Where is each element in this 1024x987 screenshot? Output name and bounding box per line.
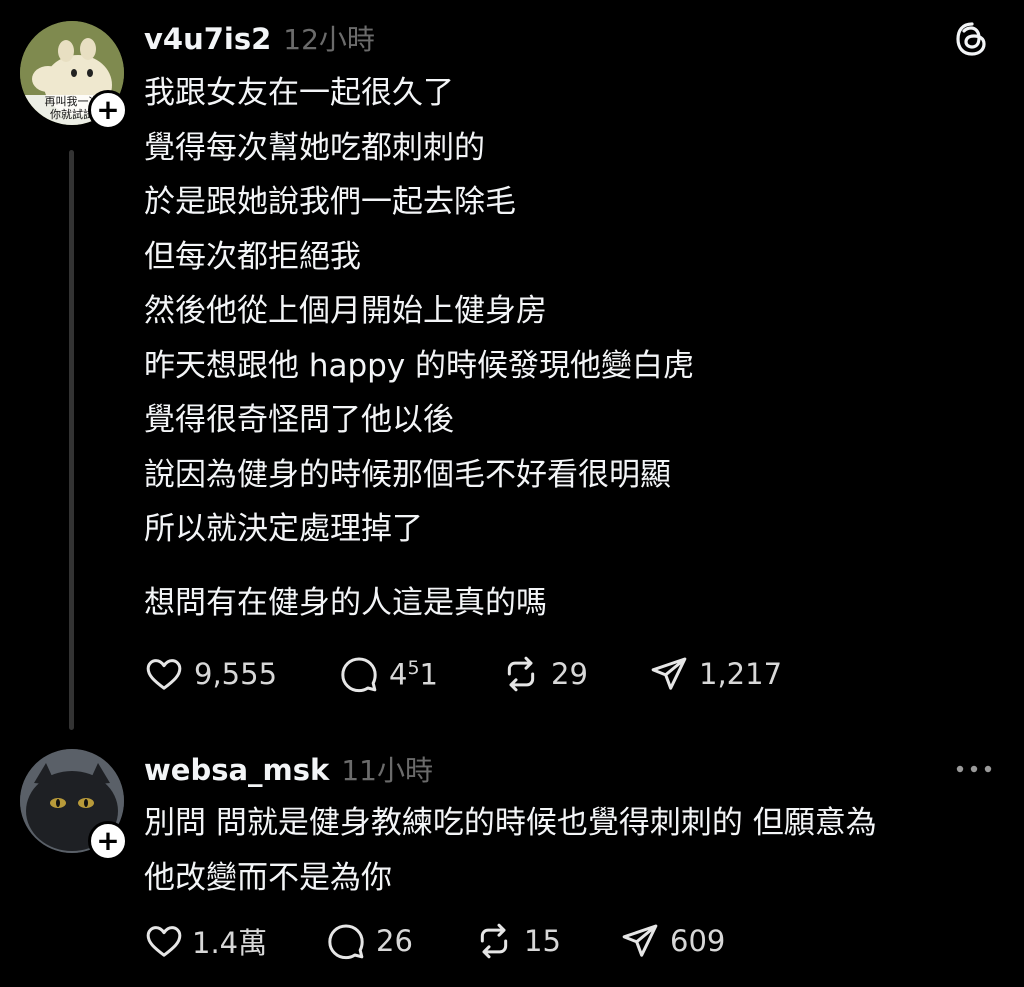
post-line: 但每次都拒絕我 bbox=[144, 238, 361, 275]
threads-logo-icon[interactable] bbox=[953, 20, 991, 62]
follow-plus-icon[interactable]: + bbox=[88, 821, 128, 861]
share-count: 609 bbox=[670, 924, 726, 958]
comment-count-main: 4 bbox=[389, 657, 408, 692]
heart-icon bbox=[146, 659, 182, 690]
reply-actions: 1.4萬 26 15 609 bbox=[144, 920, 725, 962]
repost-icon bbox=[507, 656, 535, 692]
more-options-icon[interactable] bbox=[954, 760, 994, 779]
like-count: 1.4萬 bbox=[192, 926, 268, 960]
comment-count: 26 bbox=[376, 924, 413, 958]
comment-icon bbox=[328, 924, 364, 960]
share-icon bbox=[622, 924, 658, 957]
post-line: 覺得很奇怪問了他以後 bbox=[144, 402, 454, 438]
post-line: 於是跟她說我們一起去除毛 bbox=[144, 184, 516, 220]
like-button[interactable]: 9,555 bbox=[144, 654, 339, 694]
repost-icon bbox=[480, 923, 508, 959]
repost-count: 29 bbox=[551, 657, 588, 691]
comment-button[interactable]: 451 bbox=[339, 654, 501, 694]
comment-count-tail: 1 bbox=[419, 657, 438, 692]
reply-line: 他改變而不是為你 bbox=[144, 859, 392, 896]
share-icon bbox=[651, 657, 687, 690]
share-button[interactable]: 1,217 bbox=[649, 654, 782, 694]
reply-timestamp[interactable]: 11小時 bbox=[341, 749, 433, 789]
reply-username[interactable]: websa_msk bbox=[144, 753, 329, 787]
post-line: 所以就決定處理掉了 bbox=[144, 511, 423, 547]
post-actions: 9,555 451 29 1,217 bbox=[144, 654, 782, 694]
comment-count-superscript: 5 bbox=[407, 656, 420, 679]
comment-icon bbox=[341, 657, 377, 693]
repost-button[interactable]: 15 bbox=[474, 921, 620, 961]
follow-plus-icon[interactable]: + bbox=[88, 90, 128, 130]
like-count: 9,555 bbox=[194, 657, 278, 691]
reply-line: 別問 問就是健身教練吃的時候也覺得刺刺的 但願意為 bbox=[144, 805, 877, 841]
post-line: 昨天想跟他 happy 的時候發現他變白虎 bbox=[144, 347, 695, 384]
repost-count: 15 bbox=[524, 924, 561, 958]
post-question: 想問有在健身的人這是真的嗎 bbox=[144, 585, 547, 621]
post-username[interactable]: v4u7is2 bbox=[144, 22, 271, 56]
post-header: v4u7is2 12小時 bbox=[144, 18, 375, 58]
share-count: 1,217 bbox=[699, 657, 783, 691]
post-line: 說因為健身的時候那個毛不好看很明顯 bbox=[144, 456, 671, 493]
post-body: 我跟女友在一起很久了 覺得每次幫她吃都刺刺的 於是跟她說我們一起去除毛 但每次都… bbox=[144, 66, 984, 557]
comment-button[interactable]: 26 bbox=[326, 921, 474, 961]
like-button[interactable]: 1.4萬 bbox=[144, 920, 326, 962]
heart-icon bbox=[146, 926, 182, 957]
reply-body: 別問 問就是健身教練吃的時候也覺得刺刺的 但願意為 他改變而不是為你 bbox=[144, 796, 1004, 905]
repost-button[interactable]: 29 bbox=[501, 654, 649, 694]
thread-connector-line bbox=[69, 150, 74, 730]
share-button[interactable]: 609 bbox=[620, 921, 725, 961]
post-line: 我跟女友在一起很久了 bbox=[144, 75, 454, 111]
post-line: 然後他從上個月開始上健身房 bbox=[144, 293, 547, 329]
post-line: 覺得每次幫她吃都刺刺的 bbox=[144, 129, 485, 166]
reply-header: websa_msk 11小時 bbox=[144, 749, 433, 789]
post-timestamp[interactable]: 12小時 bbox=[283, 18, 375, 58]
